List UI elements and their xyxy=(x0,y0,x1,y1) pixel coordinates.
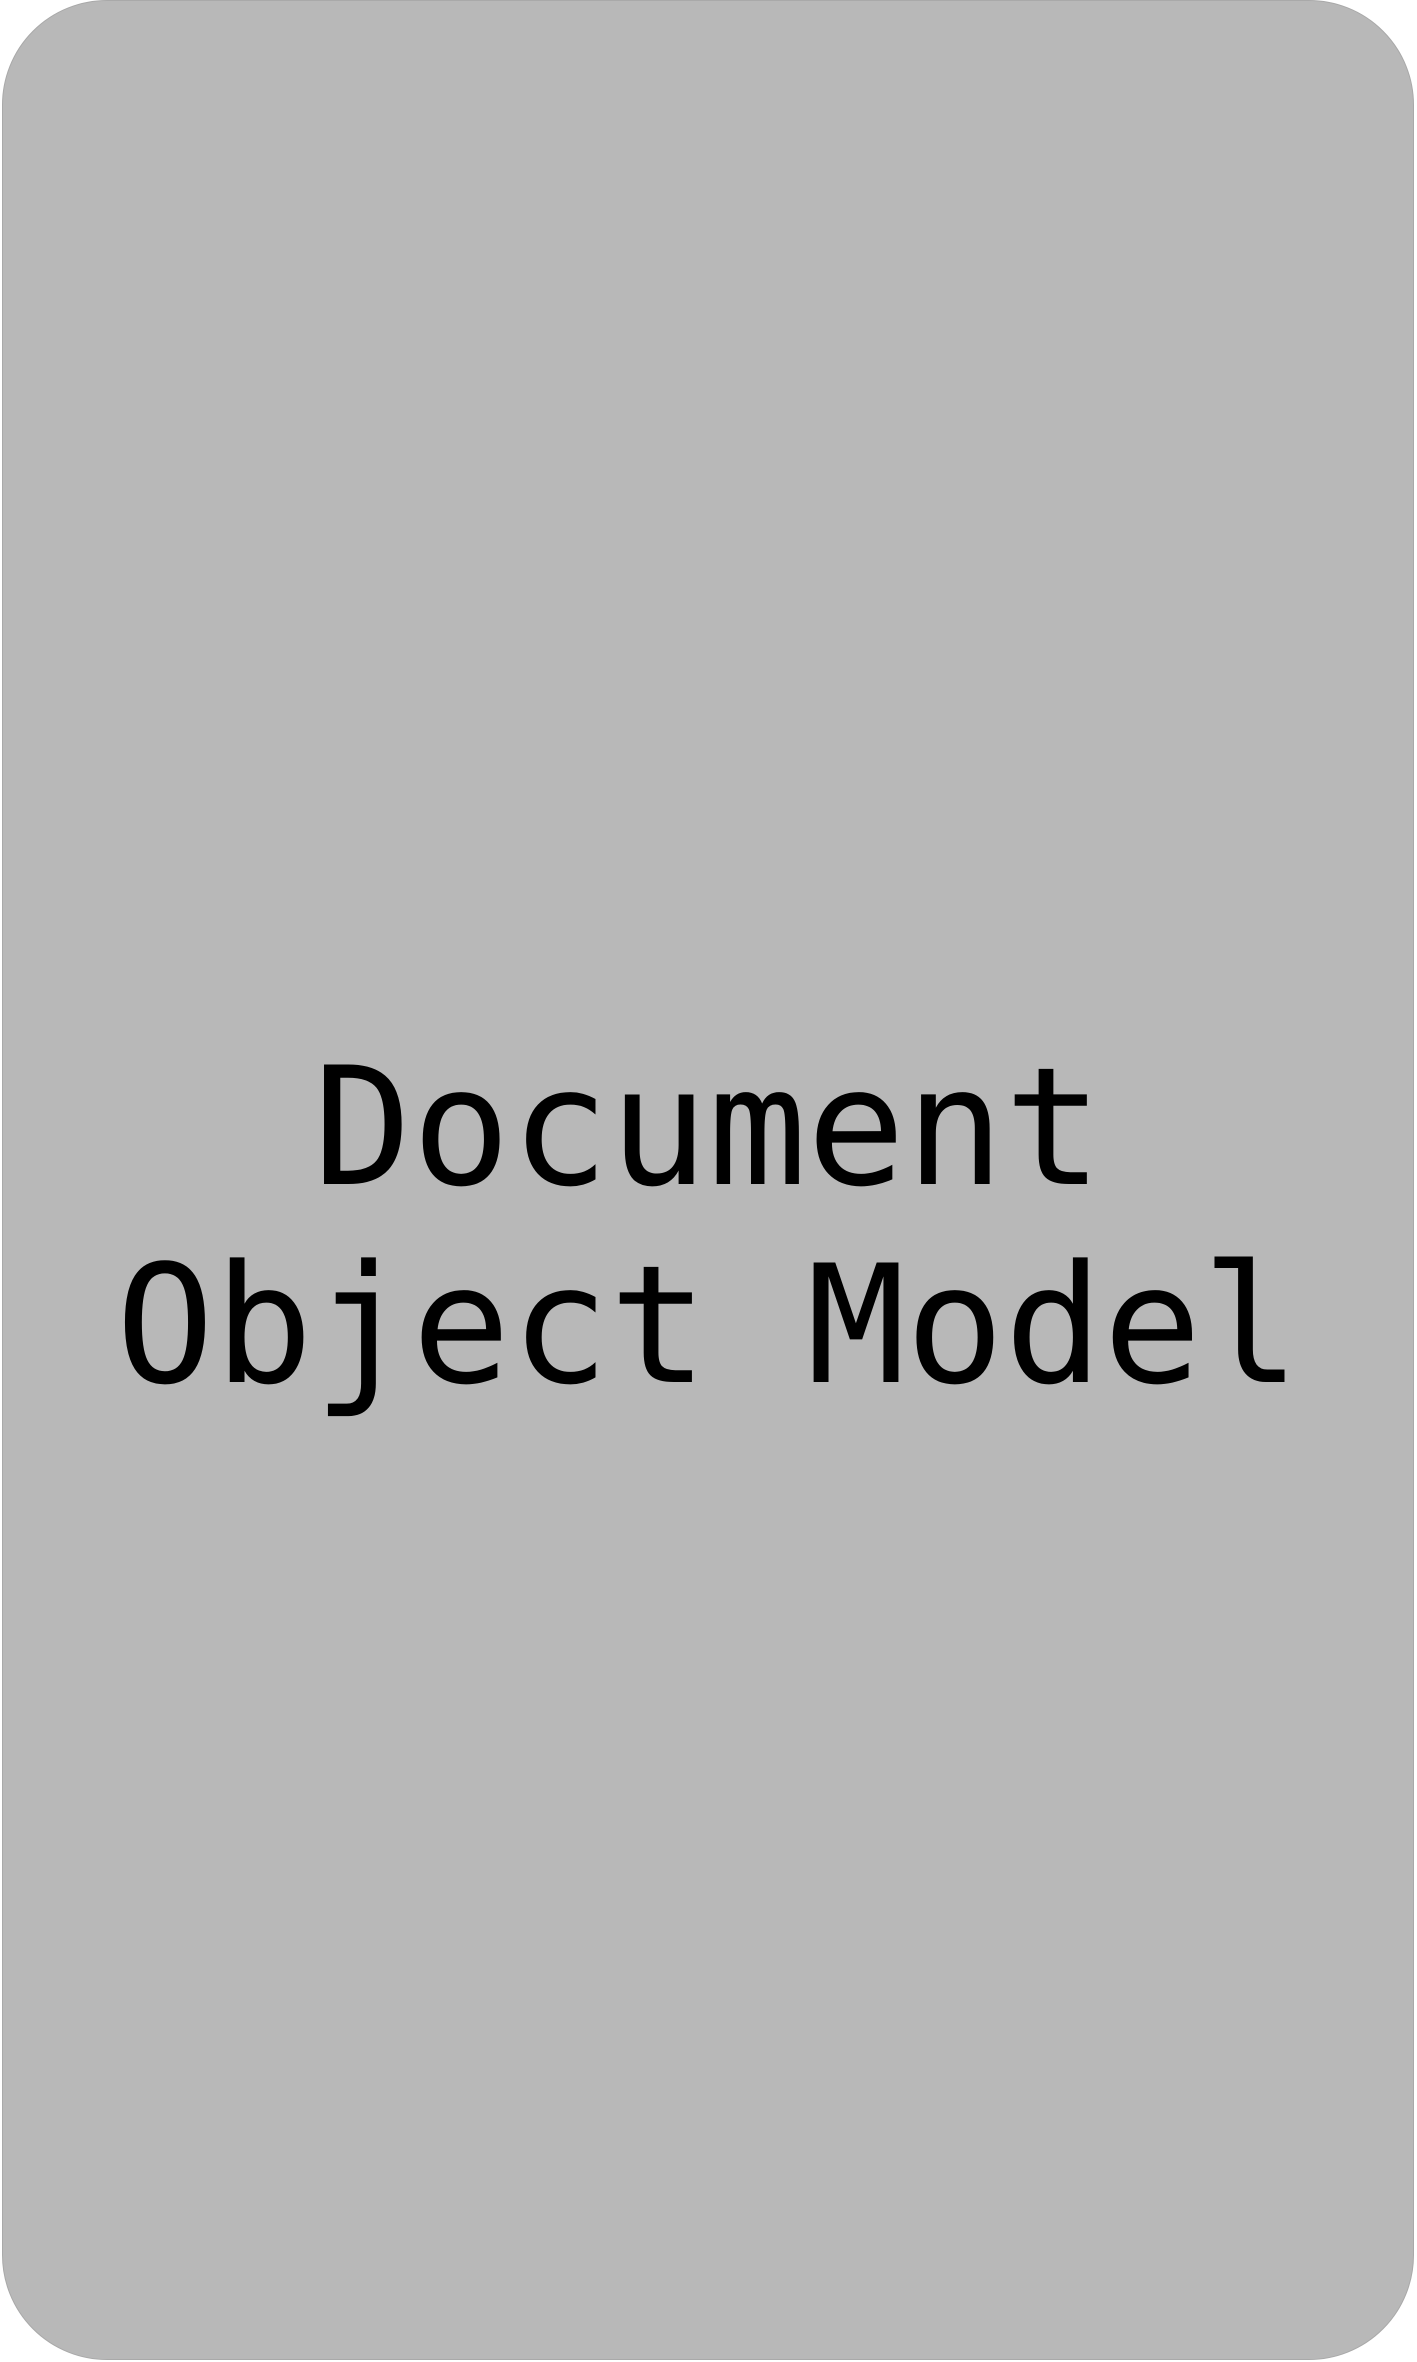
title-line-1: Document xyxy=(313,1032,1103,1223)
dom-card: Document Object Model xyxy=(2,0,1414,2360)
title-line-2: Object Model xyxy=(115,1230,1301,1421)
card-title: Document Object Model xyxy=(3,1029,1413,1425)
